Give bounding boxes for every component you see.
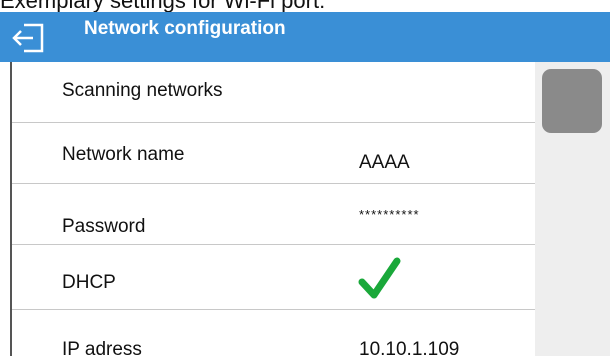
row-dhcp[interactable]: DHCP bbox=[12, 249, 536, 310]
row-label: Scanning networks bbox=[62, 80, 223, 101]
row-value: 10.10.1.109 bbox=[359, 339, 460, 356]
scrollbar-thumb[interactable] bbox=[542, 69, 602, 133]
title-bar: Network configuration bbox=[0, 12, 610, 62]
back-button[interactable] bbox=[10, 21, 48, 55]
row-value: AAAA bbox=[359, 152, 410, 173]
row-ip-address[interactable]: IP adress 10.10.1.109 bbox=[12, 310, 536, 356]
settings-list: Scanning networks Network name AAAA Pass… bbox=[10, 62, 537, 356]
checkmark-icon bbox=[358, 257, 401, 299]
logout-arrow-icon bbox=[12, 23, 44, 53]
row-label: DHCP bbox=[62, 272, 116, 293]
page-title: Network configuration bbox=[84, 18, 286, 39]
row-password[interactable]: Password ********** bbox=[12, 184, 536, 245]
row-label: Password bbox=[62, 216, 146, 237]
row-network-name[interactable]: Network name AAAA bbox=[12, 123, 536, 184]
row-label: IP adress bbox=[62, 339, 142, 356]
row-scanning-networks[interactable]: Scanning networks bbox=[12, 62, 536, 123]
scrollbar[interactable] bbox=[535, 62, 610, 356]
row-label: Network name bbox=[62, 144, 185, 165]
row-value: ********** bbox=[359, 207, 420, 222]
